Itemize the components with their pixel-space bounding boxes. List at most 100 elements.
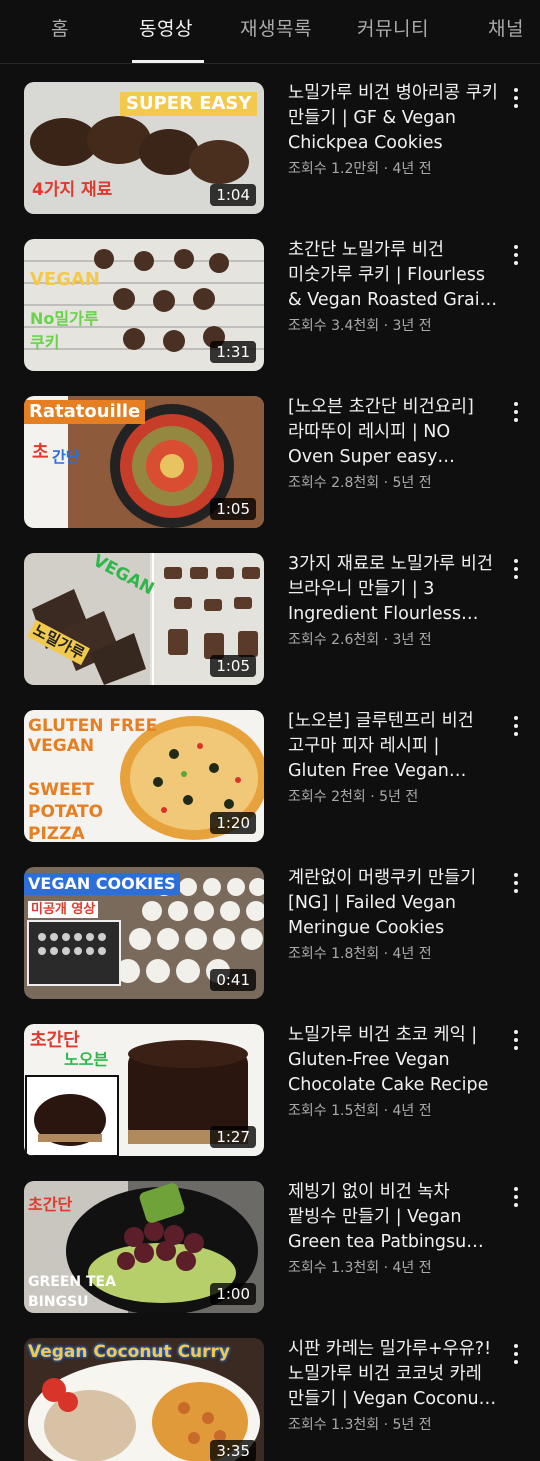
video-item[interactable]: SUPER EASY 4가지 재료 1:04 노밀가루 비건 병아리콩 쿠키 만… <box>0 64 540 221</box>
video-metadata: 조회수 1.3천회 · 5년 전 <box>288 1414 432 1434</box>
meta-separator: · <box>365 789 380 805</box>
view-count: 조회수 2.6천회 <box>288 632 380 648</box>
meta-separator: · <box>379 946 393 962</box>
view-count: 조회수 3.4천회 <box>288 318 380 334</box>
video-title[interactable]: 3가지 재료로 노밀가루 비건 브라우니 만들기 | 3 Ingredient … <box>288 552 500 627</box>
more-vert-icon[interactable] <box>506 86 526 110</box>
video-item[interactable]: GLUTEN FREE VEGAN SWEET POTATO PIZZA 1:2… <box>0 692 540 849</box>
video-metadata: 조회수 2.8천회 · 5년 전 <box>288 472 432 492</box>
upload-age: 3년 전 <box>392 632 432 648</box>
tab-videos[interactable]: 동영상 <box>139 14 193 44</box>
thumbnail-text: 초간단 <box>28 1195 73 1214</box>
video-title[interactable]: 초간단 노밀가루 비건 미숫가루 쿠키 | Flourless & Vegan … <box>288 238 500 313</box>
video-item[interactable]: Vegan Coconut Curry 3:35 시판 카레는 밀가루+우유?!… <box>0 1320 540 1461</box>
upload-age: 4년 전 <box>392 161 432 177</box>
video-item[interactable]: Ratatouille 초 간단 1:05 [노오븐 초간단 비건요리] 라따뚜… <box>0 378 540 535</box>
tab-community[interactable]: 커뮤니티 <box>357 14 429 44</box>
view-count: 조회수 2.8천회 <box>288 475 380 491</box>
active-tab-indicator <box>132 60 204 63</box>
more-vert-icon[interactable] <box>506 1342 526 1366</box>
video-metadata: 조회수 1.3천회 · 4년 전 <box>288 1257 432 1277</box>
thumbnail-text: SWEET <box>28 780 94 800</box>
video-thumbnail[interactable]: VEGAN No밀가루 쿠키 1:31 <box>24 239 264 371</box>
thumbnail-text: 쿠키 <box>30 333 60 352</box>
channel-tab-bar: 홈 동영상 재생목록 커뮤니티 채널 <box>0 0 540 64</box>
video-metadata: 조회수 3.4천회 · 3년 전 <box>288 315 432 335</box>
video-duration: 1:05 <box>210 498 256 520</box>
thumbnail-text: 미공개 영상 <box>28 901 99 918</box>
view-count: 조회수 1.3천회 <box>288 1417 380 1433</box>
thumbnail-text: VEGAN <box>28 736 95 756</box>
meta-separator: · <box>379 161 393 177</box>
video-title[interactable]: 노밀가루 비건 초코 케익 | Gluten-Free Vegan Chocol… <box>288 1023 500 1098</box>
upload-age: 4년 전 <box>392 946 432 962</box>
thumbnail-text: GREEN TEA <box>28 1274 116 1290</box>
video-duration: 0:41 <box>210 969 256 991</box>
upload-age: 5년 전 <box>392 475 432 491</box>
meta-separator: · <box>379 1417 393 1433</box>
more-vert-icon[interactable] <box>506 1185 526 1209</box>
thumbnail-text: 간단 <box>52 448 80 466</box>
video-thumbnail[interactable]: 초간단 노오븐 1:27 <box>24 1024 264 1156</box>
video-duration: 1:31 <box>210 341 256 363</box>
tab-channels[interactable]: 채널 <box>488 14 524 44</box>
video-item[interactable]: VEGAN 노밀가루 1:05 3가지 재료로 노밀가루 비건 브라우니 만들기… <box>0 535 540 692</box>
video-thumbnail[interactable]: VEGAN COOKIES 미공개 영상 0:41 <box>24 867 264 999</box>
meta-separator: · <box>379 1260 393 1276</box>
upload-age: 5년 전 <box>379 789 419 805</box>
video-duration: 1:20 <box>210 812 256 834</box>
tab-home[interactable]: 홈 <box>51 14 69 44</box>
video-item[interactable]: 초간단 노오븐 1:27 노밀가루 비건 초코 케익 | Gluten-Free… <box>0 1006 540 1163</box>
meta-separator: · <box>379 632 393 648</box>
thumbnail-text: 초 <box>32 442 49 463</box>
more-vert-icon[interactable] <box>506 871 526 895</box>
thumbnail-text: SUPER EASY <box>120 92 258 116</box>
meta-separator: · <box>379 475 393 491</box>
upload-age: 4년 전 <box>392 1103 432 1119</box>
view-count: 조회수 1.2만회 <box>288 161 380 177</box>
video-item[interactable]: 초간단 GREEN TEA BINGSU 1:00 제빙기 없이 비건 녹차 팥… <box>0 1163 540 1320</box>
video-duration: 1:00 <box>210 1283 256 1305</box>
upload-age: 4년 전 <box>392 1260 432 1276</box>
video-thumbnail[interactable]: 초간단 GREEN TEA BINGSU 1:00 <box>24 1181 264 1313</box>
video-metadata: 조회수 1.8천회 · 4년 전 <box>288 943 432 963</box>
video-metadata: 조회수 2천회 · 5년 전 <box>288 786 418 806</box>
thumbnail-text: GLUTEN FREE <box>28 716 158 736</box>
video-thumbnail[interactable]: SUPER EASY 4가지 재료 1:04 <box>24 82 264 214</box>
thumbnail-text: PIZZA <box>28 824 85 843</box>
more-vert-icon[interactable] <box>506 1028 526 1052</box>
video-title[interactable]: 시판 카레는 밀가루+우유?! 노밀가루 비건 코코넛 카레 만들기 | Veg… <box>288 1337 500 1412</box>
video-title[interactable]: 제빙기 없이 비건 녹차 팥빙수 만들기 | Vegan Green tea P… <box>288 1180 500 1255</box>
thumbnail-text: BINGSU <box>28 1294 89 1310</box>
video-thumbnail[interactable]: Ratatouille 초 간단 1:05 <box>24 396 264 528</box>
video-title[interactable]: [노오븐 초간단 비건요리] 라따뚜이 레시피 | NO Oven Super … <box>288 395 500 470</box>
video-title[interactable]: [노오븐] 글루텐프리 비건 고구마 피자 레시피 | Gluten Free … <box>288 709 500 784</box>
more-vert-icon[interactable] <box>506 557 526 581</box>
thumbnail-text: VEGAN <box>30 269 100 290</box>
thumbnail-text: 초간단 <box>30 1030 80 1051</box>
view-count: 조회수 1.3천회 <box>288 1260 380 1276</box>
video-thumbnail[interactable]: Vegan Coconut Curry 3:35 <box>24 1338 264 1461</box>
meta-separator: · <box>379 1103 393 1119</box>
tab-playlists[interactable]: 재생목록 <box>240 14 312 44</box>
video-title[interactable]: 계란없이 머랭쿠키 만들기 [NG] | Failed Vegan Mering… <box>288 866 500 941</box>
meta-separator: · <box>379 318 393 334</box>
thumbnail-text: 노오븐 <box>64 1050 109 1069</box>
thumbnail-text: 4가지 재료 <box>32 180 113 200</box>
more-vert-icon[interactable] <box>506 714 526 738</box>
view-count: 조회수 1.8천회 <box>288 946 380 962</box>
video-item[interactable]: VEGAN COOKIES 미공개 영상 0:41 계란없이 머랭쿠키 만들기 … <box>0 849 540 1006</box>
video-metadata: 조회수 1.2만회 · 4년 전 <box>288 158 432 178</box>
video-thumbnail[interactable]: GLUTEN FREE VEGAN SWEET POTATO PIZZA 1:2… <box>24 710 264 842</box>
thumbnail-text: POTATO <box>28 802 104 822</box>
video-metadata: 조회수 2.6천회 · 3년 전 <box>288 629 432 649</box>
video-duration: 3:35 <box>210 1440 256 1461</box>
more-vert-icon[interactable] <box>506 243 526 267</box>
more-vert-icon[interactable] <box>506 400 526 424</box>
video-metadata: 조회수 1.5천회 · 4년 전 <box>288 1100 432 1120</box>
video-item[interactable]: VEGAN No밀가루 쿠키 1:31 초간단 노밀가루 비건 미숫가루 쿠키 … <box>0 221 540 378</box>
video-duration: 1:05 <box>210 655 256 677</box>
video-thumbnail[interactable]: VEGAN 노밀가루 1:05 <box>24 553 264 685</box>
video-duration: 1:04 <box>210 184 256 206</box>
video-title[interactable]: 노밀가루 비건 병아리콩 쿠키 만들기 | GF & Vegan Chickpe… <box>288 81 500 156</box>
